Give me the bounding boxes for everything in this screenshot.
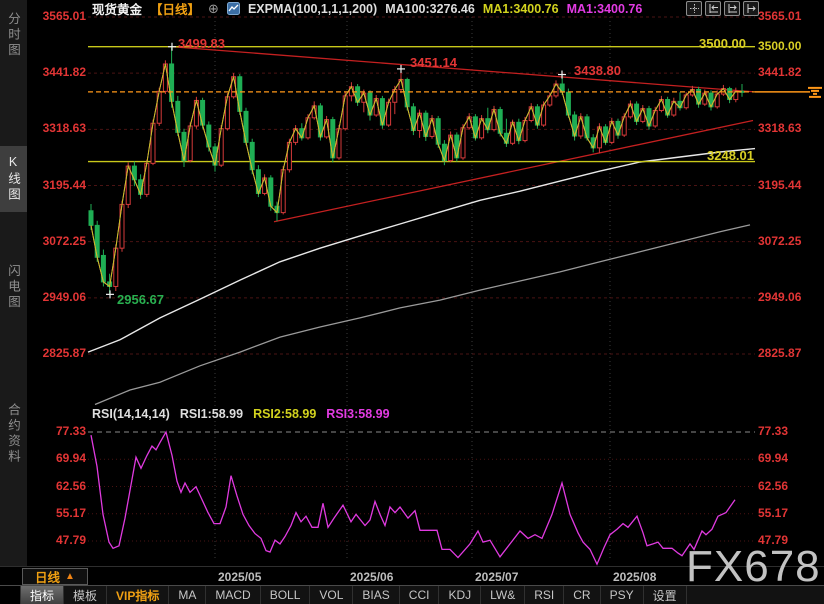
time-axis-label: 2025/06 (350, 570, 393, 584)
toolbar-item-LW&[interactable]: LW& (481, 586, 525, 604)
rsi-axis-label: 55.17 (34, 507, 86, 520)
rsi-axis-label: 62.56 (34, 480, 86, 493)
rsi3-value: RSI3:58.99 (326, 407, 389, 421)
rsi-axis-label: 69.94 (758, 452, 788, 465)
toolbar-item-BIAS[interactable]: BIAS (353, 586, 399, 604)
toolbar-item-VIP指标[interactable]: VIP指标 (107, 586, 169, 604)
toolbar-item-模板[interactable]: 模板 (64, 586, 107, 604)
time-axis-label: 2025/07 (475, 570, 518, 584)
chevron-up-icon: ▲ (65, 571, 75, 582)
shift-right-icon[interactable] (743, 1, 759, 16)
price-axis-label: 2949.06 (758, 291, 801, 304)
toolbar-item-MACD[interactable]: MACD (206, 586, 260, 604)
chart-window: 分时图 K线图闪电图合约资料 现货黄金 【日线】 ⊕ EXPMA(100,1,1,… (0, 0, 824, 603)
compress-axis-right-icon[interactable] (724, 1, 740, 16)
price-axis-label: 3072.25 (758, 235, 801, 248)
sidebar-item-2[interactable]: K线图 (0, 146, 27, 212)
price-axis-label-yellow: 3500.00 (758, 40, 801, 53)
price-axis-label: 3318.63 (758, 122, 801, 135)
toolbar-item-BOLL[interactable]: BOLL (261, 586, 311, 604)
rsi2-value: RSI2:58.99 (253, 407, 316, 421)
rsi-header: RSI(14,14,14) RSI1:58.99 RSI2:58.99 RSI3… (92, 407, 390, 421)
period-selector-button[interactable]: 日线 ▲ (22, 568, 88, 585)
toolbar-item-KDJ[interactable]: KDJ (439, 586, 481, 604)
price-axis-label: 3072.25 (34, 235, 86, 248)
chart-mini-icon (227, 2, 240, 15)
ma1-magenta-value: MA1:3400.76 (567, 2, 643, 16)
price-axis-label: 3441.82 (758, 66, 801, 79)
add-indicator-icon[interactable]: ⊕ (208, 1, 219, 17)
indicator-header: 现货黄金 【日线】 ⊕ EXPMA(100,1,1,1,200) MA100:3… (92, 1, 642, 16)
price-axis-label: 3318.63 (34, 122, 86, 135)
rsi-axis-label: 62.56 (758, 480, 788, 493)
compress-axis-left-icon[interactable] (705, 1, 721, 16)
price-axis-label: 3441.82 (34, 66, 86, 79)
price-axis-label: 3565.01 (34, 10, 86, 23)
rsi-axis-label: 77.33 (758, 425, 788, 438)
toolbar-item-指标[interactable]: 指标 (21, 586, 64, 604)
rsi-axis-label: 55.17 (758, 507, 788, 520)
sidebar-item-3[interactable]: 闪电图 (0, 256, 27, 318)
toolbar-item-CCI[interactable]: CCI (400, 586, 440, 604)
period-tag: 【日线】 (150, 0, 200, 18)
price-axis-label: 3195.44 (758, 179, 801, 192)
price-axis-label: 3565.01 (758, 10, 801, 23)
move-tool-icon[interactable] (686, 1, 702, 16)
price-axis-label: 3195.44 (34, 179, 86, 192)
price-annotation: 3499.83 (178, 36, 225, 51)
price-axis-label: 2949.06 (34, 291, 86, 304)
toolbar-item-MA[interactable]: MA (169, 586, 206, 604)
toolbar-item-设置[interactable]: 设置 (644, 586, 687, 604)
chart-toolbar-icons (686, 1, 759, 16)
toolbar-item-RSI[interactable]: RSI (525, 586, 564, 604)
price-annotation: 3438.80 (574, 63, 621, 78)
watermark: FX678 (686, 542, 821, 592)
period-selector-label: 日线 (35, 567, 60, 586)
expma-label: EXPMA(100,1,1,1,200) (248, 2, 377, 16)
rsi-title: RSI(14,14,14) (92, 407, 170, 421)
rsi-axis-label: 47.79 (34, 534, 86, 547)
sidebar-item-1[interactable]: 分时图 (0, 6, 27, 64)
ma100-value: MA100:3276.46 (385, 2, 475, 16)
toolbar-item-PSY[interactable]: PSY (601, 586, 644, 604)
price-axis-label: 2825.87 (758, 347, 801, 360)
time-axis-label: 2025/05 (218, 570, 261, 584)
rsi1-value: RSI1:58.99 (180, 407, 243, 421)
price-annotation: 3451.14 (410, 55, 457, 70)
symbol-name: 现货黄金 (92, 0, 142, 18)
ma1-yellow-value: MA1:3400.76 (483, 2, 559, 16)
current-price-marker (808, 87, 822, 98)
sidebar-item-4[interactable]: 合约资料 (0, 388, 27, 480)
toolbar-corner-cell (0, 586, 21, 604)
price-annotation: 3248.01 (707, 148, 754, 163)
price-axis-label: 2825.87 (34, 347, 86, 360)
toolbar-item-VOL[interactable]: VOL (310, 586, 353, 604)
time-axis-label: 2025/08 (613, 570, 656, 584)
chart-type-sidebar: 分时图 K线图闪电图合约资料 (0, 0, 27, 566)
toolbar-item-CR[interactable]: CR (564, 586, 600, 604)
rsi-axis-label: 69.94 (34, 452, 86, 465)
price-annotation: 3500.00 (699, 36, 746, 51)
rsi-axis-label: 77.33 (34, 425, 86, 438)
price-annotation: 2956.67 (117, 292, 164, 307)
